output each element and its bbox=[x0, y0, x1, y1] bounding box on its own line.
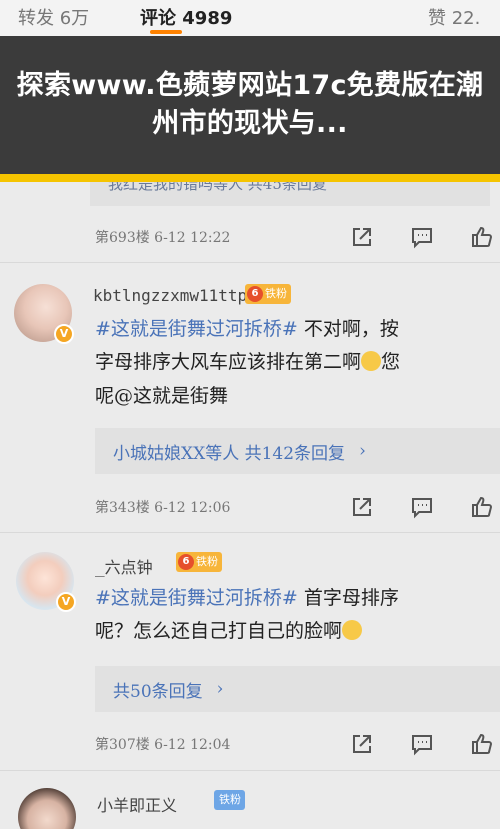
tab-comment[interactable]: 评论 4989 bbox=[140, 4, 232, 30]
comment-meta-row: 第693楼 6-12 12:22 bbox=[95, 222, 500, 252]
comment-meta-row: 第343楼 6-12 12:06 bbox=[95, 492, 500, 522]
comment-text: 字母排序大风车应该排在第二啊您 bbox=[95, 351, 401, 373]
fan-badge: 铁粉 bbox=[214, 790, 245, 810]
divider bbox=[0, 770, 500, 771]
comment-icon[interactable] bbox=[410, 732, 434, 756]
comment-text: 呢？怎么还自己打自己的脸啊 bbox=[95, 616, 500, 647]
overlay-accent-bar bbox=[0, 174, 500, 182]
comment-text: 呢@这就是街舞 bbox=[95, 385, 229, 407]
fan-badge: 6 铁粉 bbox=[176, 552, 222, 572]
chevron-right-icon: › bbox=[216, 679, 224, 699]
verified-badge-icon: V bbox=[56, 592, 76, 612]
fan-badge: 6 铁粉 bbox=[245, 284, 291, 304]
emoji-icon bbox=[342, 620, 363, 640]
like-icon[interactable] bbox=[470, 225, 494, 249]
tab-bar: 转发 6万 评论 4989 赞 22. bbox=[0, 0, 500, 36]
tab-like[interactable]: 赞 22. bbox=[428, 4, 480, 30]
share-icon[interactable] bbox=[350, 225, 374, 249]
hashtag-link[interactable]: #这就是街舞过河拆桥# bbox=[95, 318, 298, 340]
page-title: 探索www.色𬞟萝网站17c免费版在潮州市的现状与... bbox=[16, 70, 484, 139]
comment-text: #这就是街舞过河拆桥# 不对啊，按 bbox=[95, 318, 399, 340]
divider bbox=[0, 532, 500, 533]
username[interactable]: kbtlngzzxmw11ttp bbox=[93, 286, 247, 305]
username[interactable]: 小羊即正义 bbox=[97, 792, 177, 816]
like-icon[interactable] bbox=[470, 732, 494, 756]
floor-timestamp: 第343楼 6-12 12:06 bbox=[95, 500, 231, 516]
emoji-icon bbox=[361, 351, 382, 371]
avatar[interactable] bbox=[18, 788, 76, 829]
comment-icon[interactable] bbox=[410, 495, 434, 519]
chevron-right-icon: › bbox=[359, 441, 366, 461]
verified-badge-icon: V bbox=[54, 324, 74, 344]
reply-box[interactable]: 共50条回复 › bbox=[95, 666, 500, 712]
avatar[interactable]: V bbox=[16, 552, 76, 612]
comment-meta-row: 第307楼 6-12 12:04 bbox=[95, 729, 500, 759]
hashtag-link[interactable]: #这就是街舞过河拆桥# bbox=[95, 587, 298, 609]
avatar[interactable]: V bbox=[14, 284, 74, 344]
comment-text: #这就是街舞过河拆桥# 首字母排序 bbox=[95, 587, 399, 609]
share-icon[interactable] bbox=[350, 732, 374, 756]
divider bbox=[0, 262, 500, 263]
reply-box[interactable]: 我红是我的错吗等人 共45条回复 bbox=[90, 182, 490, 206]
share-icon[interactable] bbox=[350, 495, 374, 519]
like-icon[interactable] bbox=[470, 495, 494, 519]
title-overlay: 探索www.色𬞟萝网站17c免费版在潮州市的现状与... bbox=[0, 36, 500, 174]
comment-icon[interactable] bbox=[410, 225, 434, 249]
reply-box[interactable]: 小城姑娘XX等人 共142条回复 › bbox=[95, 428, 500, 474]
floor-timestamp: 第307楼 6-12 12:04 bbox=[95, 737, 231, 753]
floor-timestamp: 第693楼 6-12 12:22 bbox=[95, 230, 231, 246]
tab-repost[interactable]: 转发 6万 bbox=[18, 4, 89, 30]
active-tab-indicator bbox=[150, 30, 182, 34]
username[interactable]: _六点钟 bbox=[95, 554, 153, 578]
